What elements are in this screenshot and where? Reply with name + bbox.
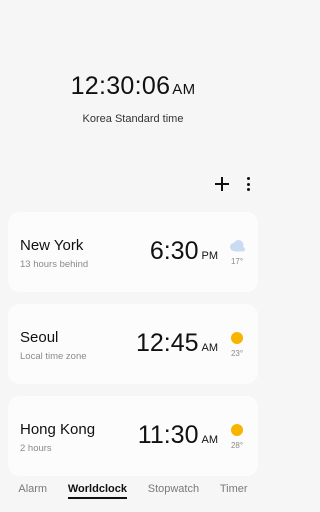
city-time-difference: 13 hours behind <box>20 259 89 270</box>
city-weather: 17° <box>228 240 246 266</box>
city-time-ampm: AM <box>201 342 219 354</box>
main-clock: 12:30:06 AM Korea Standard time <box>0 72 266 125</box>
sun-icon <box>231 424 243 436</box>
tab-stopwatch[interactable]: Stopwatch <box>148 483 199 495</box>
bottom-tab-bar: Alarm Worldclock Stopwatch Timer <box>0 483 266 499</box>
tab-timer[interactable]: Timer <box>220 483 248 495</box>
tab-worldclock[interactable]: Worldclock <box>67 483 128 499</box>
more-vertical-icon[interactable] <box>246 177 250 191</box>
city-temperature: 23° <box>230 349 244 358</box>
city-time-ampm: AM <box>201 434 219 446</box>
city-weather: 23° <box>228 332 246 358</box>
plus-icon[interactable] <box>214 176 230 192</box>
city-time-difference: 2 hours <box>20 443 52 454</box>
city-name: New York <box>20 237 84 254</box>
city-card-seoul[interactable]: Seoul Local time zone 12:45 AM 23° <box>8 304 258 384</box>
city-time: 11:30 AM <box>138 421 218 450</box>
city-time-ampm: PM <box>201 250 219 262</box>
city-temperature: 28° <box>230 441 244 450</box>
toolbar <box>214 176 250 192</box>
city-time-value: 6:30 <box>149 237 199 265</box>
main-time-value: 12:30:06 <box>70 72 171 100</box>
city-time: 12:45 AM <box>136 329 218 358</box>
city-time: 6:30 PM <box>150 237 218 266</box>
main-time: 12:30:06 AM <box>71 72 196 101</box>
city-weather: 28° <box>228 424 246 450</box>
city-time-difference: Local time zone <box>20 351 87 362</box>
main-time-ampm: AM <box>172 81 196 98</box>
city-name: Seoul <box>20 329 59 346</box>
city-name: Hong Kong <box>20 421 96 438</box>
tab-alarm[interactable]: Alarm <box>18 483 47 495</box>
partly-cloudy-icon <box>230 240 245 252</box>
city-time-value: 11:30 <box>137 421 199 449</box>
city-time-value: 12:45 <box>135 329 199 357</box>
city-temperature: 17° <box>230 257 244 266</box>
city-card-new-york[interactable]: New York 13 hours behind 6:30 PM 17° <box>8 212 258 292</box>
main-time-zone: Korea Standard time <box>82 113 184 125</box>
city-card-hong-kong[interactable]: Hong Kong 2 hours 11:30 AM 28° <box>8 396 258 476</box>
sun-icon <box>231 332 243 344</box>
